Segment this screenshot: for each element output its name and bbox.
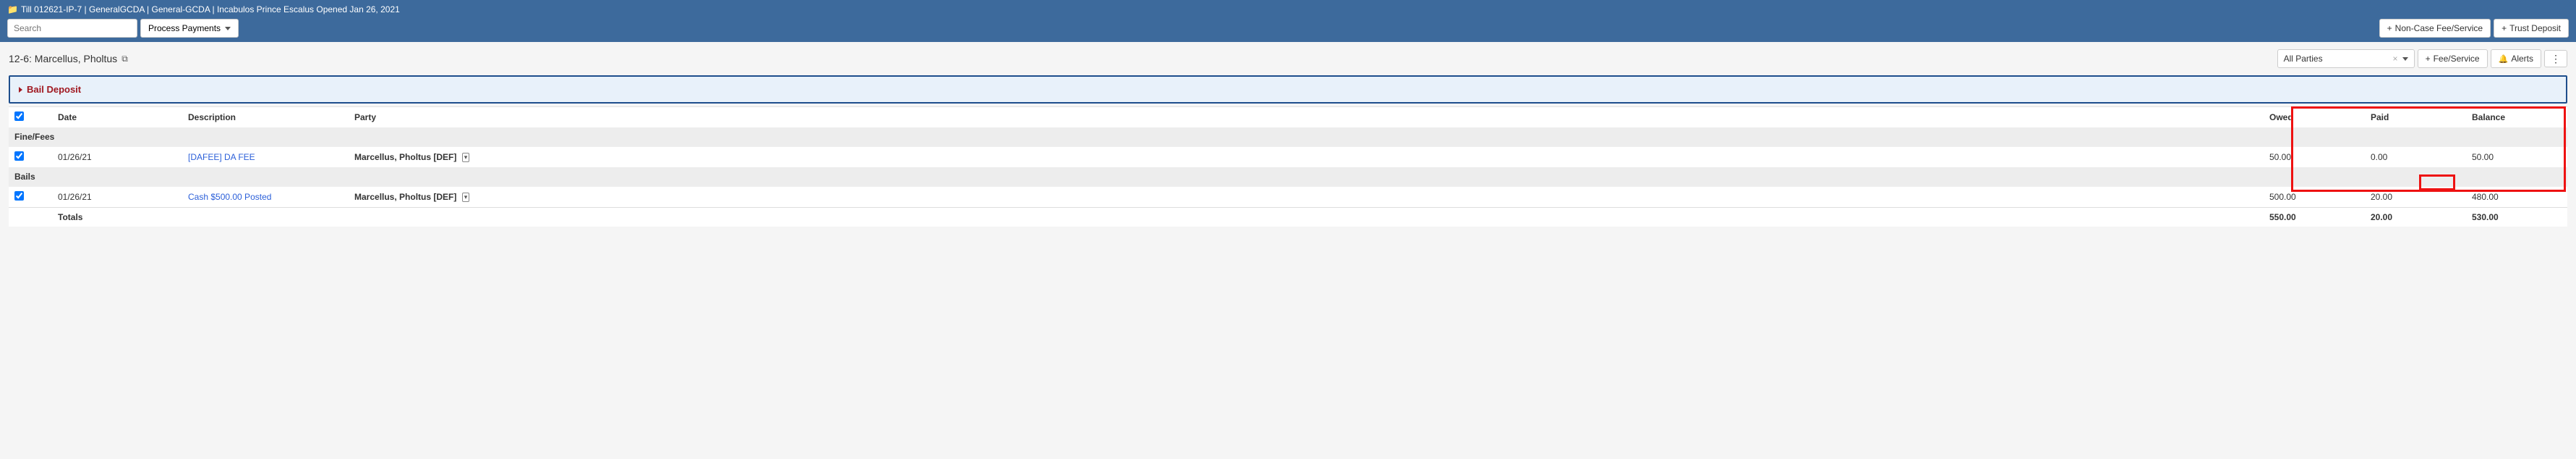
more-menu-button[interactable]: ⋮ [2544,50,2567,67]
process-payments-button[interactable]: Process Payments [140,19,239,38]
fees-table: Date Description Party Owed Paid Balance… [9,106,2567,227]
bell-icon [2499,54,2509,64]
cell-description-link[interactable]: Cash $500.00 Posted [188,192,271,202]
totals-owed: 550.00 [2264,208,2365,227]
totals-paid: 20.00 [2365,208,2466,227]
non-case-fee-label: Non-Case Fee/Service [2395,23,2483,33]
cell-owed: 50.00 [2264,147,2365,168]
search-input[interactable] [7,19,137,38]
trust-deposit-button[interactable]: Trust Deposit [2494,19,2569,38]
chevron-down-icon [225,27,231,30]
bail-deposit-label: Bail Deposit [27,84,81,95]
topbar-title-row: 📁 Till 012621-IP-7 | GeneralGCDA | Gener… [7,4,2569,14]
row-checkbox[interactable] [14,151,24,161]
non-case-fee-button[interactable]: Non-Case Fee/Service [2379,19,2491,38]
totals-label: Totals [52,208,182,227]
select-all-checkbox[interactable] [14,111,24,121]
chevron-down-icon [2402,57,2408,61]
trust-deposit-label: Trust Deposit [2509,23,2561,33]
header-balance: Balance [2466,107,2567,128]
cell-party: Marcellus, Pholtus [DEF] [354,152,456,162]
cell-balance: 50.00 [2466,147,2567,168]
bail-deposit-toggle[interactable]: Bail Deposit [19,84,81,95]
cell-balance: 480.00 [2466,187,2567,208]
folder-icon: 📁 [7,4,18,14]
till-title: Till 012621-IP-7 | GeneralGCDA | General… [21,4,400,14]
party-expand-icon[interactable]: ▾ [462,153,470,162]
cell-owed: 500.00 [2264,187,2365,208]
case-title-text: 12-6: Marcellus, Pholtus [9,53,117,64]
plus-icon [2426,54,2431,64]
clear-icon[interactable]: × [2393,54,2398,64]
header-date: Date [52,107,182,128]
process-payments-label: Process Payments [148,23,221,33]
row-checkbox[interactable] [14,191,24,201]
section-label: Bails [9,167,2567,187]
case-title: 12-6: Marcellus, Pholtus ⧉ [9,53,128,64]
cell-party: Marcellus, Pholtus [DEF] [354,192,456,202]
alerts-label: Alerts [2511,54,2533,64]
fee-service-label: Fee/Service [2434,54,2480,64]
external-link-icon[interactable]: ⧉ [121,54,128,64]
party-expand-icon[interactable]: ▾ [462,193,470,202]
topbar: 📁 Till 012621-IP-7 | GeneralGCDA | Gener… [0,0,2576,42]
table-row: 01/26/21 [DAFEE] DA FEE Marcellus, Pholt… [9,147,2567,168]
cell-date: 01/26/21 [52,147,182,168]
subheader: 12-6: Marcellus, Pholtus ⧉ All Parties ×… [0,42,2576,75]
section-row-finefees: Fine/Fees [9,127,2567,147]
totals-balance: 530.00 [2466,208,2567,227]
plus-icon [2502,23,2507,33]
chevron-right-icon [19,87,22,93]
section-row-bails: Bails [9,167,2567,187]
header-paid: Paid [2365,107,2466,128]
header-checkbox-cell [9,107,52,128]
header-party: Party [349,107,2264,128]
totals-row: Totals 550.00 20.00 530.00 [9,208,2567,227]
grid-wrap: Date Description Party Owed Paid Balance… [9,106,2567,227]
cell-description-link[interactable]: [DAFEE] DA FEE [188,152,255,162]
cell-paid: 0.00 [2365,147,2466,168]
table-row: 01/26/21 Cash $500.00 Posted Marcellus, … [9,187,2567,208]
plus-icon [2387,23,2392,33]
bail-deposit-panel[interactable]: Bail Deposit [9,75,2567,104]
parties-label: All Parties [2284,54,2323,64]
header-owed: Owed [2264,107,2365,128]
header-description: Description [182,107,349,128]
cell-paid: 20.00 [2365,187,2466,208]
alerts-button[interactable]: Alerts [2491,49,2541,68]
cell-date: 01/26/21 [52,187,182,208]
section-label: Fine/Fees [9,127,2567,147]
parties-select[interactable]: All Parties × [2277,49,2415,68]
fee-service-button[interactable]: Fee/Service [2418,49,2488,68]
